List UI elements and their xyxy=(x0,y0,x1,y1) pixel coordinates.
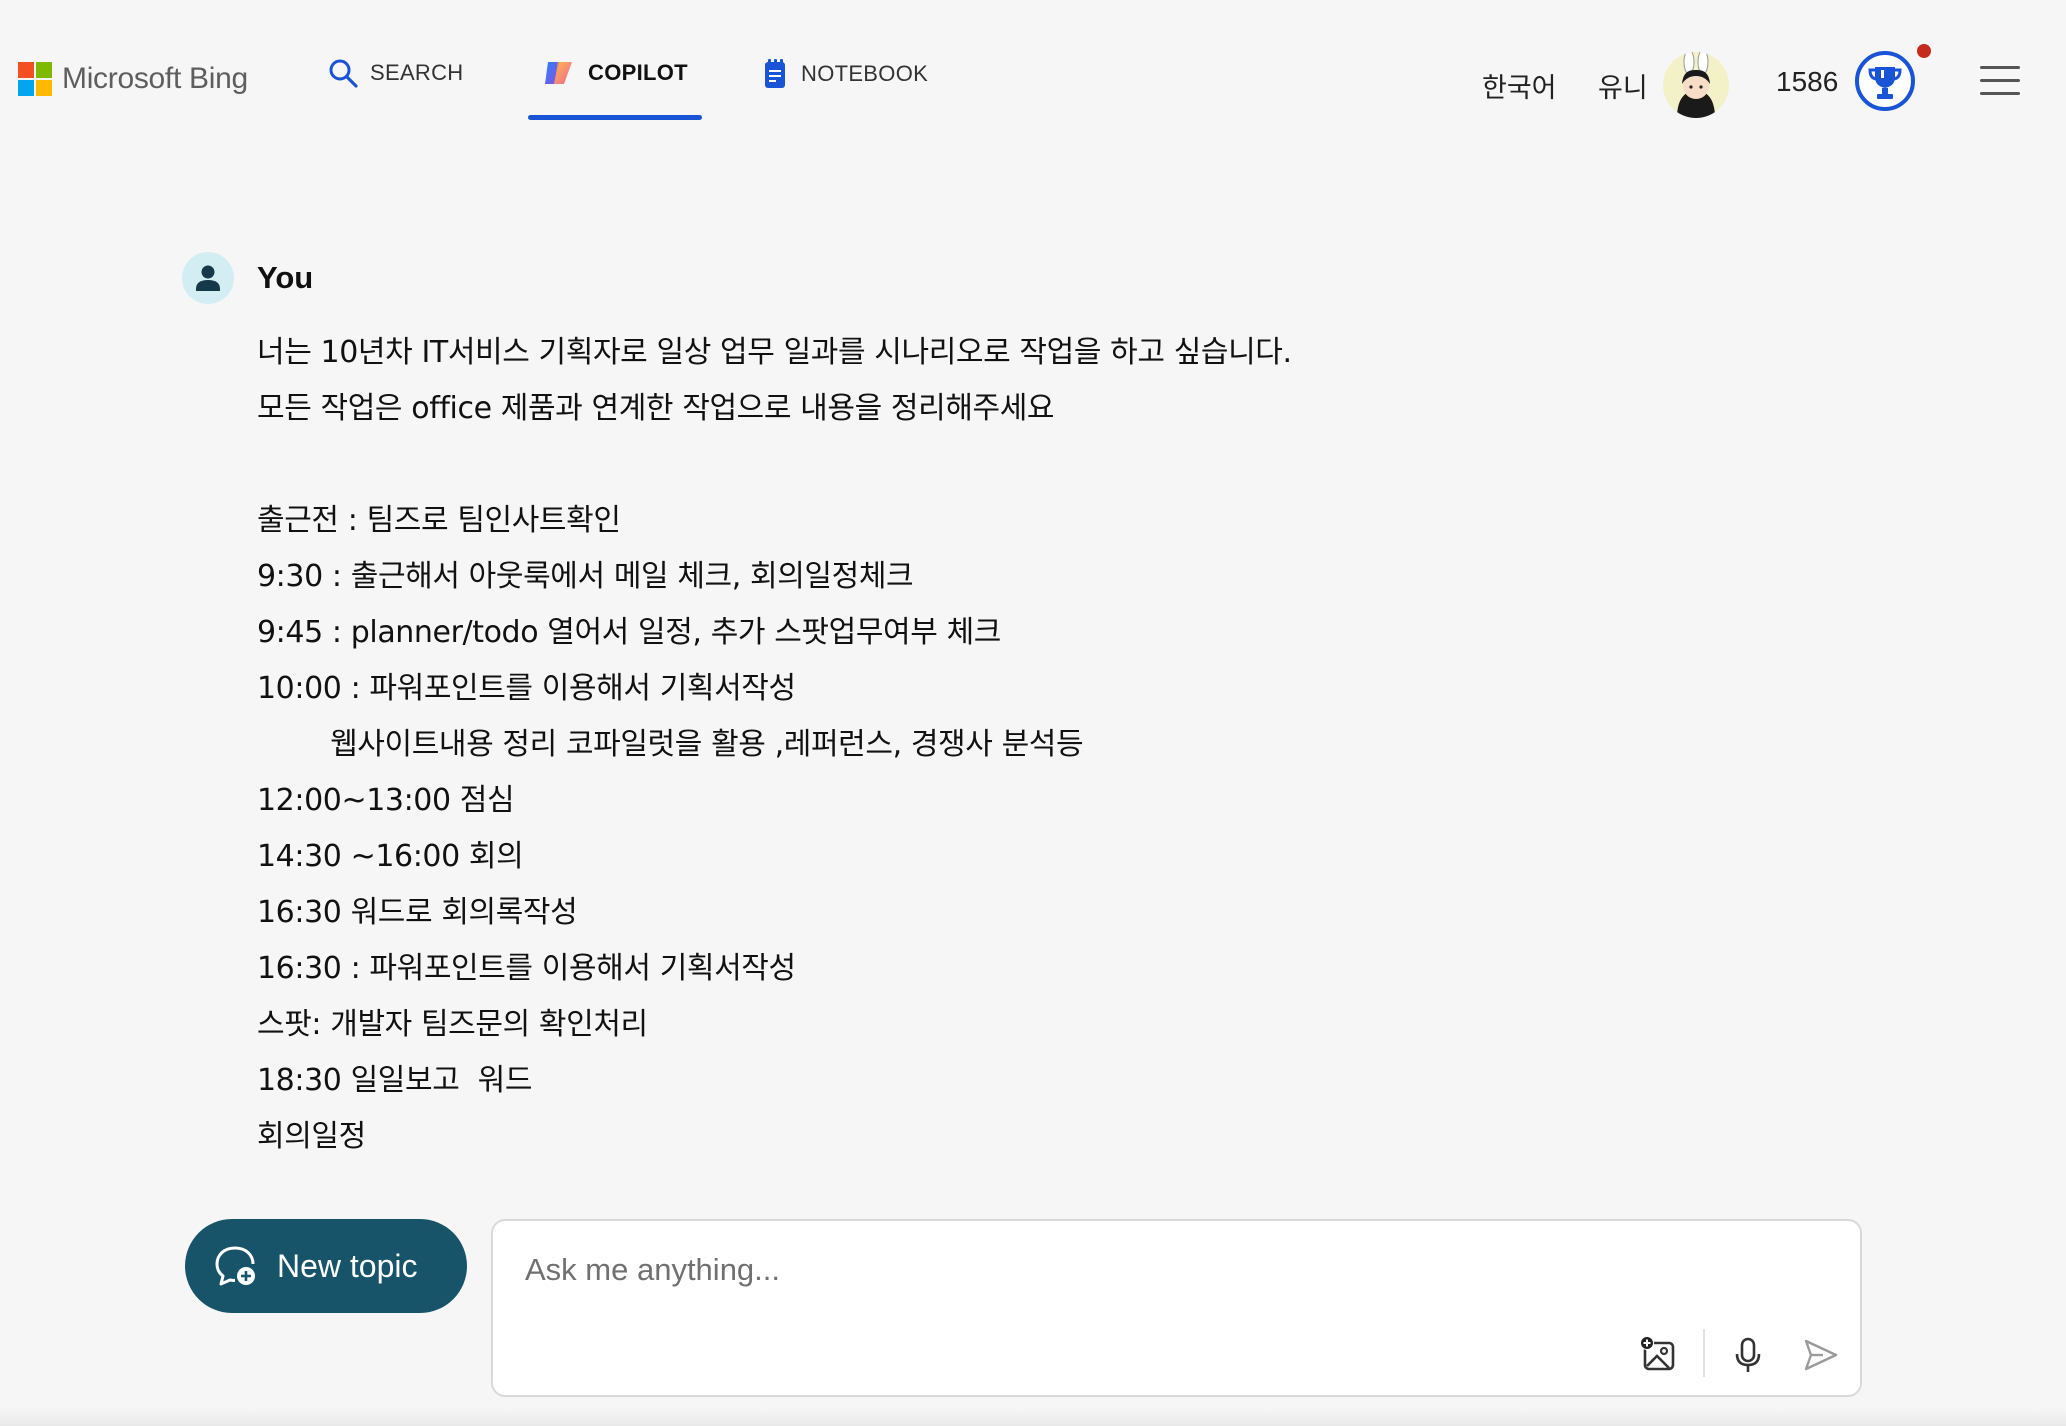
message-line: 스팟: 개발자 팀즈문의 확인처리 xyxy=(257,1007,648,1042)
chat-input[interactable] xyxy=(523,1245,1827,1295)
tab-copilot[interactable]: COPILOT xyxy=(542,58,688,88)
rewards-button[interactable] xyxy=(1854,50,1916,112)
copilot-icon xyxy=(545,62,572,84)
tab-notebook[interactable]: NOTEBOOK xyxy=(763,58,928,90)
message-line: 16:30 워드로 회의록작성 xyxy=(257,895,578,930)
add-image-icon xyxy=(1640,1336,1675,1371)
send-icon xyxy=(1804,1339,1838,1371)
tab-copilot-label: COPILOT xyxy=(588,60,688,85)
tab-search[interactable]: SEARCH xyxy=(328,58,464,88)
message-line: 9:45 : planner/todo 열어서 일정, 추가 스팟업무여부 체크 xyxy=(257,615,1001,650)
bing-logo[interactable]: Microsoft Bing xyxy=(18,62,248,96)
tab-search-label: SEARCH xyxy=(370,60,464,85)
message-line xyxy=(257,444,1757,500)
notebook-icon xyxy=(765,59,785,88)
message-line: 12:00~13:00 점심 xyxy=(257,783,515,818)
user-message-avatar xyxy=(182,252,234,304)
avatar-image xyxy=(1677,52,1715,118)
new-topic-icon xyxy=(215,1246,255,1286)
message-line: 14:30 ~16:00 회의 xyxy=(257,839,524,874)
new-topic-button[interactable]: New topic xyxy=(185,1219,467,1313)
message-line: 웹사이트내용 정리 코파일럿을 활용 ,레퍼런스, 경쟁사 분석등 xyxy=(257,727,1084,762)
new-topic-label: New topic xyxy=(277,1247,418,1284)
search-icon xyxy=(329,59,358,88)
toolbar-divider xyxy=(1703,1329,1705,1377)
notification-dot xyxy=(1917,44,1931,58)
user-name[interactable]: 유니 xyxy=(1598,66,1648,105)
add-image-button[interactable] xyxy=(1637,1333,1681,1377)
language-selector[interactable]: 한국어 xyxy=(1482,66,1557,105)
send-button[interactable] xyxy=(1799,1333,1843,1377)
microphone-button[interactable] xyxy=(1726,1333,1770,1377)
microsoft-logo-icon xyxy=(18,62,52,96)
trophy-icon xyxy=(1855,51,1915,111)
person-icon xyxy=(196,265,220,291)
top-header: Microsoft Bing SEARCH COPILOT NOTEBOOK 한… xyxy=(0,0,2066,130)
message-line: 9:30 : 출근해서 아웃룩에서 메일 체크, 회의일정체크 xyxy=(257,559,914,594)
message-line: 너는 10년차 IT서비스 기획자로 일상 업무 일과를 시나리오로 작업을 하… xyxy=(257,335,1292,370)
message-body: 너는 10년차 IT서비스 기획자로 일상 업무 일과를 시나리오로 작업을 하… xyxy=(257,332,1757,1172)
tab-notebook-label: NOTEBOOK xyxy=(801,61,929,86)
user-avatar[interactable] xyxy=(1663,52,1729,118)
microphone-icon xyxy=(1735,1337,1761,1372)
message-line: 모든 작업은 office 제품과 연계한 작업으로 내용을 정리해주세요 xyxy=(257,391,1055,426)
message-line: 18:30 일일보고 워드 xyxy=(257,1063,533,1098)
message-line: 출근전 : 팀즈로 팀인사트확인 xyxy=(257,503,621,538)
menu-icon[interactable] xyxy=(1980,66,2020,96)
bottom-edge xyxy=(0,1408,2066,1426)
logo-text: Microsoft Bing xyxy=(62,62,248,95)
message-author: You xyxy=(257,260,314,295)
message-line: 16:30 : 파워포인트를 이용해서 기획서작성 xyxy=(257,951,796,986)
chat-input-box xyxy=(491,1219,1862,1397)
active-tab-indicator xyxy=(528,115,702,120)
rewards-points[interactable]: 1586 xyxy=(1776,66,1838,98)
message-line: 회의일정 xyxy=(257,1119,366,1154)
message-line: 10:00 : 파워포인트를 이용해서 기획서작성 xyxy=(257,671,796,706)
